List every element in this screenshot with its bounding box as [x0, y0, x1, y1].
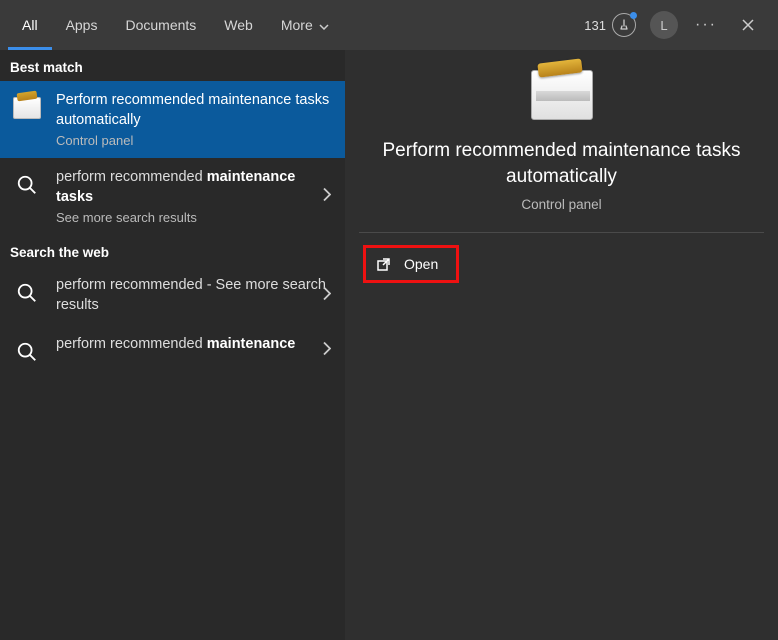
preview-panel: Perform recommended maintenance tasks au…	[345, 50, 778, 640]
open-external-icon	[376, 256, 392, 272]
result-best-match[interactable]: Perform recommended maintenance tasks au…	[0, 81, 345, 158]
chevron-right-icon	[323, 187, 331, 206]
chevron-right-icon	[323, 342, 331, 361]
tab-more[interactable]: More	[267, 0, 343, 50]
tab-apps[interactable]: Apps	[52, 0, 112, 50]
rewards-count: 131	[584, 18, 606, 33]
section-search-web: Search the web	[0, 235, 345, 266]
result-web-perform-recommended[interactable]: perform recommended - See more search re…	[0, 266, 345, 325]
rewards-icon	[612, 13, 636, 37]
rewards-indicator[interactable]: 131	[584, 13, 636, 37]
result-subtitle: See more search results	[56, 210, 331, 225]
result-title: perform recommended - See more search re…	[56, 276, 331, 315]
filter-tabs: All Apps Documents Web More	[8, 0, 343, 50]
preview-title: Perform recommended maintenance tasks au…	[359, 138, 764, 189]
result-text: Perform recommended maintenance tasks au…	[56, 91, 331, 148]
ellipsis-icon: ···	[695, 16, 717, 34]
tab-more-label: More	[281, 17, 313, 33]
tab-web[interactable]: Web	[210, 0, 267, 50]
search-body: Best match Perform recommended maintenan…	[0, 50, 778, 640]
preview-icon	[359, 70, 764, 120]
open-button[interactable]: Open	[363, 245, 459, 283]
options-button[interactable]: ···	[692, 11, 720, 39]
search-header: All Apps Documents Web More 131 L ···	[0, 0, 778, 50]
result-title: perform recommended maintenance tasks	[56, 168, 331, 207]
maintenance-icon	[531, 70, 593, 120]
chevron-right-icon	[323, 286, 331, 305]
result-title: perform recommended maintenance	[56, 335, 331, 355]
result-subtitle: Control panel	[56, 133, 331, 148]
divider	[359, 232, 764, 233]
section-best-match: Best match	[0, 50, 345, 81]
result-web-perform-recommended-maintenance[interactable]: perform recommended maintenance	[0, 325, 345, 377]
result-title: Perform recommended maintenance tasks au…	[56, 91, 331, 130]
tab-documents[interactable]: Documents	[111, 0, 210, 50]
close-button[interactable]	[734, 11, 762, 39]
search-icon	[12, 278, 42, 308]
result-maintenance-tasks[interactable]: perform recommended maintenance tasks Se…	[0, 158, 345, 235]
close-icon	[741, 18, 755, 32]
open-label: Open	[404, 256, 438, 272]
tab-all[interactable]: All	[8, 0, 52, 50]
header-actions: 131 L ···	[584, 11, 770, 39]
preview-subtitle: Control panel	[359, 197, 764, 212]
results-panel: Best match Perform recommended maintenan…	[0, 50, 345, 640]
user-avatar[interactable]: L	[650, 11, 678, 39]
result-text: perform recommended - See more search re…	[56, 276, 331, 315]
maintenance-icon	[12, 93, 42, 123]
search-icon	[12, 170, 42, 200]
result-text: perform recommended maintenance tasks Se…	[56, 168, 331, 225]
preview-content: Perform recommended maintenance tasks au…	[359, 64, 764, 283]
chevron-down-icon	[319, 17, 329, 33]
search-icon	[12, 337, 42, 367]
result-text: perform recommended maintenance	[56, 335, 331, 355]
